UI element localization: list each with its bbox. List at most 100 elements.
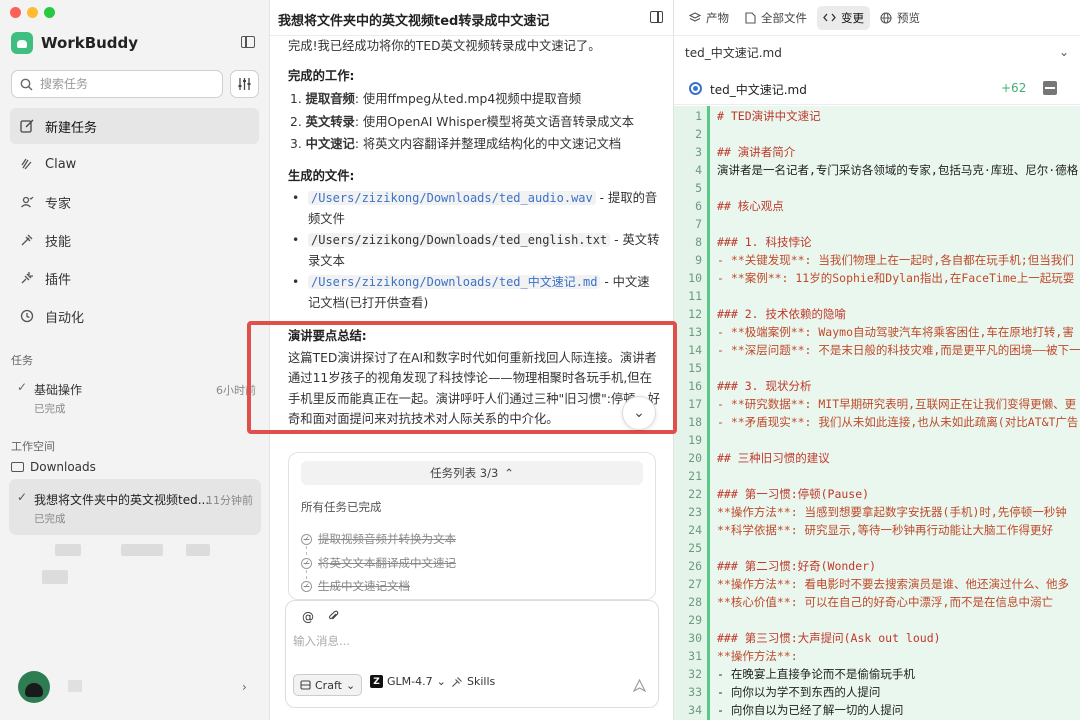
code-line: 2 [674, 125, 1080, 143]
session-item-active[interactable]: ✓ 我想将文件夹中的英文视频ted... 11分钟前 已完成 [9, 479, 261, 535]
sidebar-nav: 新建任务 Claw 专家 技能 插件 自动化 [10, 108, 259, 336]
tab-artifacts[interactable]: 产物 [683, 6, 735, 30]
nav-label: 新建任务 [45, 120, 98, 136]
tab-all-files[interactable]: 全部文件 [739, 6, 813, 30]
mention-icon[interactable]: @ [302, 610, 314, 625]
file-select-dropdown[interactable]: ted_中文速记.md ⌄ [685, 42, 1069, 62]
line-number: 5 [695, 181, 702, 195]
code-line: 31 **操作方法**: [674, 647, 1080, 665]
chevron-down-icon: ⌄ [633, 405, 645, 421]
code-line: 19 [674, 431, 1080, 449]
redacted-username [68, 680, 82, 692]
panel-toggle-icon[interactable] [650, 11, 663, 23]
session-time: 11分钟前 [206, 494, 253, 507]
model-select[interactable]: Z GLM-4.7 ⌄ [370, 675, 446, 688]
diff-code-view: 1 # TED演讲中文速记 2 3 ## 演讲者简介 4 演讲者是一名记者,专门采访各领域的… [674, 106, 1080, 720]
code-line: 18 - **矛盾现实**: 我们从未如此连接,也从未如此疏离(对比AT&T广告 [674, 413, 1080, 431]
skills-icon [452, 676, 462, 687]
additions-count: +62 [1001, 81, 1027, 95]
summary-heading: 演讲要点总结: [288, 329, 367, 343]
tab-label: 产物 [706, 10, 729, 25]
skills-button[interactable]: Skills [451, 675, 495, 688]
line-number: 31 [688, 649, 702, 663]
nav-label: 自动化 [45, 310, 85, 326]
tab-changes[interactable]: 变更 [817, 5, 870, 30]
workspace-folder[interactable]: Downloads [11, 460, 96, 474]
redacted-block [55, 544, 81, 556]
minimize-window-button[interactable] [27, 7, 38, 18]
summary-block: 演讲要点总结: 这篇TED演讲探讨了在AI和数字时代如何重新找回人际连接。演讲者… [288, 326, 663, 430]
check-circle-icon: ✓ [301, 580, 312, 592]
line-number: 26 [688, 559, 702, 573]
filter-button[interactable] [230, 70, 259, 98]
sliders-icon [238, 78, 251, 90]
code-line: 16 ### 3. 现状分析 [674, 377, 1080, 395]
task-list-item: ✓ 将英文文本翻译成中文速记 [301, 555, 456, 571]
send-button[interactable] [628, 674, 650, 696]
nav-new-task[interactable]: 新建任务 [10, 108, 259, 144]
search-input[interactable] [40, 77, 200, 91]
nav-experts[interactable]: 专家 [10, 184, 259, 220]
line-text: - 向你自以为已经了解一切的人提问 [717, 703, 904, 717]
line-number: 2 [695, 127, 702, 141]
line-text: - 在晚宴上直接争论而不是偷偷玩手机 [717, 667, 915, 681]
nav-label: 技能 [45, 234, 72, 250]
message-input[interactable] [293, 634, 593, 648]
maximize-window-button[interactable] [44, 7, 55, 18]
diff-file-header: ted_中文速记.md +62 [674, 72, 1080, 105]
steps-list: 1. 提取音频: 使用ffmpeg从ted.mp4视频中提取音频 2. 英文转录… [290, 88, 660, 156]
file-link[interactable]: /Users/zizikong/Downloads/ted_audio.wav [308, 191, 596, 205]
code-line: 20 ## 三种旧习惯的建议 [674, 449, 1080, 467]
line-number: 4 [695, 163, 702, 177]
line-number: 30 [688, 631, 702, 645]
nav-label: 插件 [45, 272, 72, 288]
scroll-down-button[interactable]: ⌄ [622, 396, 656, 430]
code-line: 32 - 在晚宴上直接争论而不是偷偷玩手机 [674, 665, 1080, 683]
collapse-icon[interactable] [1043, 81, 1057, 95]
task-list-card: 任务列表 3/3 ⌃ 所有任务已完成 ✓ 提取视频音频并转换为文本 ✓ 将英文文本翻… [288, 452, 656, 600]
code-line: 29 [674, 611, 1080, 629]
nav-plugins[interactable]: 插件 [10, 260, 259, 296]
line-text: **操作方法**: 看电影时不要去搜索演员是谁、他还演过什么、他多 [717, 577, 1070, 591]
code-line: 22 ### 第一习惯:停顿(Pause) [674, 485, 1080, 503]
search-icon [20, 78, 33, 90]
task-list-header: 任务列表 3/3 [430, 466, 499, 480]
task-item[interactable]: ✓ 基础操作 6小时前 已完成 [10, 376, 260, 418]
list-item: 2. 英文转录: 使用OpenAI Whisper模型将英文语音转录成文本 [290, 114, 635, 129]
chevron-down-icon: ⌄ [1058, 45, 1069, 59]
code-line: 17 - **研究数据**: MIT早期研究表明,互联网正在让我们变得更懒、更 [674, 395, 1080, 413]
search-box[interactable] [11, 70, 223, 98]
line-number: 7 [695, 217, 702, 231]
chevron-down-icon: ⌄ [436, 675, 446, 688]
code-line: 30 ### 第三习惯:大声提问(Ask out loud) [674, 629, 1080, 647]
nav-label: 专家 [45, 196, 72, 212]
nav-skills[interactable]: 技能 [10, 222, 259, 258]
mode-select[interactable]: Craft ⌄ [293, 674, 363, 696]
globe-icon [880, 11, 892, 24]
file-link[interactable]: /Users/zizikong/Downloads/ted_中文速记.md [308, 275, 601, 289]
close-window-button[interactable] [10, 7, 21, 18]
avatar[interactable] [18, 671, 50, 703]
folder-icon [11, 462, 24, 472]
line-number: 19 [688, 433, 702, 447]
nav-claw[interactable]: Claw [10, 146, 259, 182]
sidebar-toggle-icon[interactable] [241, 36, 255, 48]
list-item: /Users/zizikong/Downloads/ted_audio.wav … [290, 188, 660, 229]
line-number: 17 [688, 397, 702, 411]
code-line: 34 - 向你自以为已经了解一切的人提问 [674, 701, 1080, 719]
code-icon [823, 13, 836, 22]
tab-preview[interactable]: 预览 [874, 6, 926, 30]
files-heading: 生成的文件: [288, 169, 355, 183]
edit-icon [19, 118, 35, 134]
attach-icon[interactable] [328, 610, 339, 625]
chevron-right-icon[interactable]: › [242, 680, 247, 694]
tab-label: 全部文件 [761, 10, 807, 25]
message-composer: @ Craft ⌄ Z GLM-4.7 ⌄ Skills [285, 600, 659, 708]
session-status: 已完成 [34, 513, 66, 525]
task-connector [306, 546, 307, 555]
code-line: 13 - **极端案例**: Waymo自动驾驶汽车将乘客困住,车在原地打转,害 [674, 323, 1080, 341]
nav-automation[interactable]: 自动化 [10, 298, 259, 334]
composer-toolbar: @ [302, 610, 339, 625]
summary-text: 这篇TED演讲探讨了在AI和数字时代如何重新找回人际连接。演讲者通过11岁孩子的… [288, 350, 661, 427]
task-list-toggle[interactable]: 任务列表 3/3 ⌃ [301, 461, 643, 485]
